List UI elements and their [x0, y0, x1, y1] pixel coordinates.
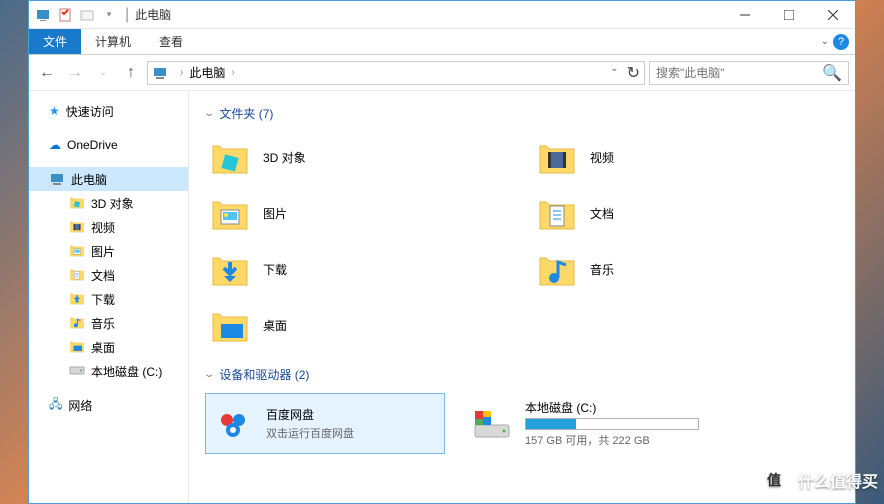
- search-box[interactable]: 🔍: [649, 61, 849, 85]
- pictures-folder-icon: [209, 192, 251, 234]
- window-title: 此电脑: [135, 6, 171, 23]
- sidebar-network[interactable]: 🖧网络: [29, 393, 188, 417]
- music-icon: [69, 314, 85, 333]
- back-button[interactable]: ←: [35, 61, 59, 85]
- navigation-pane: ★快速访问 ☁OneDrive 此电脑 3D 对象视频图片文档下载音乐桌面本地磁…: [29, 91, 189, 503]
- network-icon: 🖧: [49, 395, 62, 416]
- sidebar-item-documents[interactable]: 文档: [29, 263, 188, 287]
- folder-label: 图片: [263, 205, 287, 222]
- explorer-window: ▾ | 此电脑 文件 计算机 查看 ⌄ ? ← → ⌄ ↑ › 此电脑 › ⌄: [28, 0, 856, 504]
- refresh-icon[interactable]: ↻: [627, 63, 640, 83]
- sidebar-this-pc[interactable]: 此电脑: [29, 167, 188, 191]
- sidebar-item-3d[interactable]: 3D 对象: [29, 191, 188, 215]
- music-folder-icon: [536, 248, 578, 290]
- watermark-badge-icon: 值: [756, 462, 792, 498]
- folder-label: 3D 对象: [263, 149, 306, 166]
- app-icon: [33, 5, 53, 25]
- address-bar[interactable]: › 此电脑 › ⌄ ↻: [147, 61, 645, 85]
- sidebar-onedrive[interactable]: ☁OneDrive: [29, 133, 188, 157]
- sidebar-item-music[interactable]: 音乐: [29, 311, 188, 335]
- device-grid: 百度网盘 双击运行百度网盘 本地磁盘 (C:) 157 GB 可用，共 222 …: [205, 393, 839, 454]
- sidebar-item-drive[interactable]: 本地磁盘 (C:): [29, 359, 188, 383]
- search-icon[interactable]: 🔍: [822, 63, 842, 83]
- 3d-folder-icon: [209, 136, 251, 178]
- device-subtitle: 157 GB 可用，共 222 GB: [525, 432, 699, 448]
- video-folder-icon: [536, 136, 578, 178]
- folder-documents[interactable]: 文档: [532, 188, 839, 238]
- sidebar-quick-access[interactable]: ★快速访问: [29, 99, 188, 123]
- folder-label: 音乐: [590, 261, 614, 278]
- recent-dropdown-icon[interactable]: ⌄: [91, 61, 115, 85]
- content-pane: 文件夹 (7) 3D 对象 视频图片 文档下载 音乐桌面 设备和驱动器 (2) 百度网…: [189, 91, 855, 503]
- drive-icon: [69, 362, 85, 381]
- group-folders-header[interactable]: 文件夹 (7): [205, 105, 839, 122]
- folder-desktop[interactable]: 桌面: [205, 300, 512, 350]
- ribbon: 文件 计算机 查看 ⌄ ?: [29, 29, 855, 55]
- sidebar-item-downloads[interactable]: 下载: [29, 287, 188, 311]
- monitor-icon: [49, 171, 65, 187]
- quick-access-toolbar: ▾: [33, 5, 119, 25]
- downloads-icon: [69, 290, 85, 309]
- folder-label: 视频: [590, 149, 614, 166]
- tab-file[interactable]: 文件: [29, 29, 81, 54]
- desktop-folder-icon: [209, 304, 251, 346]
- sidebar-item-pictures[interactable]: 图片: [29, 239, 188, 263]
- video-icon: [69, 218, 85, 237]
- address-dropdown-icon[interactable]: ⌄: [610, 63, 618, 83]
- title-separator: |: [125, 6, 129, 24]
- breadcrumb-root[interactable]: 此电脑: [189, 64, 225, 81]
- watermark: 值 什么值得买: [756, 462, 878, 498]
- folder-music[interactable]: 音乐: [532, 244, 839, 294]
- qat-dropdown-icon[interactable]: ▾: [99, 5, 119, 25]
- navigation-bar: ← → ⌄ ↑ › 此电脑 › ⌄ ↻ 🔍: [29, 55, 855, 91]
- folder-label: 下载: [263, 261, 287, 278]
- folder-downloads[interactable]: 下载: [205, 244, 512, 294]
- baidu-icon: [212, 403, 254, 445]
- help-icon[interactable]: ?: [833, 34, 849, 50]
- close-button[interactable]: [811, 1, 855, 29]
- window-controls: [723, 1, 855, 29]
- tab-computer[interactable]: 计算机: [81, 29, 145, 54]
- device-name: 百度网盘: [266, 406, 438, 423]
- device-name: 本地磁盘 (C:): [525, 399, 699, 416]
- desktop-icon: [69, 338, 85, 357]
- sidebar-item-desktop[interactable]: 桌面: [29, 335, 188, 359]
- pictures-icon: [69, 242, 85, 261]
- star-icon: ★: [49, 104, 60, 118]
- pc-icon: [152, 65, 168, 81]
- drive-icon: [471, 403, 513, 445]
- folder-label: 桌面: [263, 317, 287, 334]
- up-button[interactable]: ↑: [119, 61, 143, 85]
- device-subtitle: 双击运行百度网盘: [266, 425, 438, 441]
- ribbon-expand-icon[interactable]: ⌄: [821, 36, 829, 47]
- sidebar-item-video[interactable]: 视频: [29, 215, 188, 239]
- cloud-icon: ☁: [49, 138, 61, 152]
- tab-view[interactable]: 查看: [145, 29, 197, 54]
- folder-3d[interactable]: 3D 对象: [205, 132, 512, 182]
- forward-button[interactable]: →: [63, 61, 87, 85]
- folder-video[interactable]: 视频: [532, 132, 839, 182]
- folder-label: 文档: [590, 205, 614, 222]
- watermark-text: 什么值得买: [798, 468, 878, 492]
- minimize-button[interactable]: [723, 1, 767, 29]
- device-local-disk-c[interactable]: 本地磁盘 (C:) 157 GB 可用，共 222 GB: [465, 393, 705, 454]
- maximize-button[interactable]: [767, 1, 811, 29]
- folder-grid: 3D 对象 视频图片 文档下载 音乐桌面: [205, 132, 839, 350]
- titlebar: ▾ | 此电脑: [29, 1, 855, 29]
- search-input[interactable]: [656, 66, 822, 80]
- device-baidu-netdisk[interactable]: 百度网盘 双击运行百度网盘: [205, 393, 445, 454]
- 3d-icon: [69, 194, 85, 213]
- documents-folder-icon: [536, 192, 578, 234]
- folder-pictures[interactable]: 图片: [205, 188, 512, 238]
- properties-icon[interactable]: [55, 5, 75, 25]
- documents-icon: [69, 266, 85, 285]
- group-devices-header[interactable]: 设备和驱动器 (2): [205, 366, 839, 383]
- new-folder-icon[interactable]: [77, 5, 97, 25]
- body: ★快速访问 ☁OneDrive 此电脑 3D 对象视频图片文档下载音乐桌面本地磁…: [29, 91, 855, 503]
- breadcrumb-chevron-icon[interactable]: ›: [180, 67, 183, 78]
- disk-usage-bar: [525, 418, 699, 430]
- breadcrumb-chevron-icon[interactable]: ›: [231, 67, 234, 78]
- downloads-folder-icon: [209, 248, 251, 290]
